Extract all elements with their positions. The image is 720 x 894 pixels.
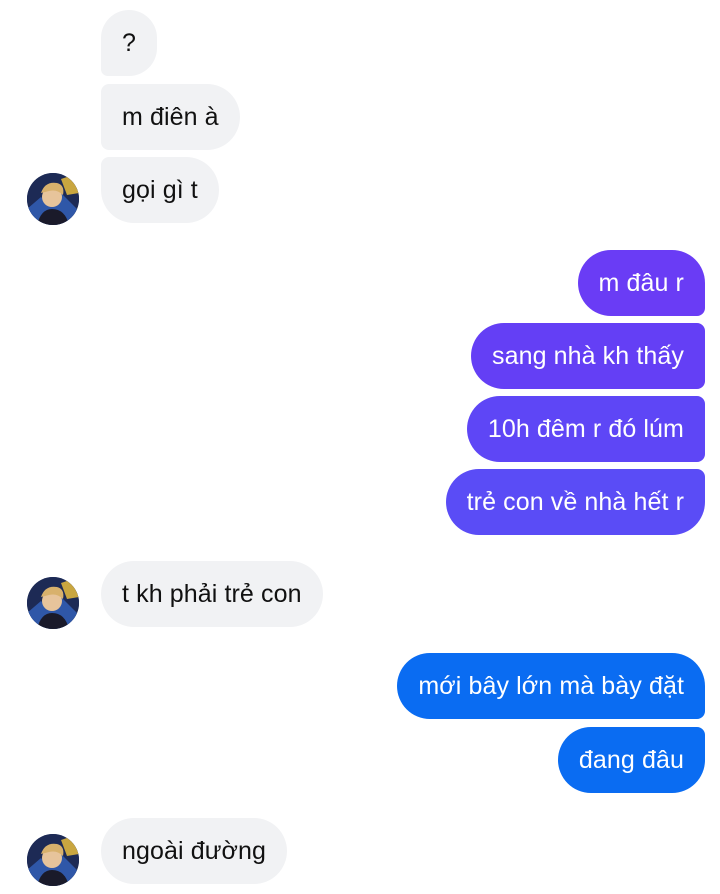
avatar-photo-icon	[27, 577, 79, 629]
sender-avatar[interactable]	[27, 834, 79, 886]
message-bubble-outgoing[interactable]: sang nhà kh thấy	[470, 323, 705, 389]
sender-avatar[interactable]	[27, 173, 79, 225]
avatar-photo-icon	[27, 173, 79, 225]
message-bubble-incoming[interactable]: ngoài đường	[101, 818, 288, 884]
message-bubble-outgoing[interactable]: m đâu r	[577, 250, 705, 316]
message-bubble-incoming[interactable]: m điên à	[101, 84, 240, 150]
message-bubble-outgoing[interactable]: mới bây lớn mà bày đặt	[397, 653, 705, 719]
message-bubble-outgoing[interactable]: trẻ con về nhà hết r	[445, 469, 705, 535]
message-bubble-outgoing[interactable]: 10h đêm r đó lúm	[466, 396, 705, 462]
chat-thread[interactable]: ? m điên à gọi gì t m đâu r sang nhà kh …	[0, 0, 720, 894]
message-bubble-incoming[interactable]: t kh phải trẻ con	[101, 561, 323, 627]
message-bubble-outgoing[interactable]: đang đâu	[557, 727, 705, 793]
sender-avatar[interactable]	[27, 577, 79, 629]
avatar-photo-icon	[27, 834, 79, 886]
message-bubble-incoming[interactable]: ?	[101, 10, 158, 76]
message-bubble-incoming[interactable]: gọi gì t	[101, 157, 219, 223]
